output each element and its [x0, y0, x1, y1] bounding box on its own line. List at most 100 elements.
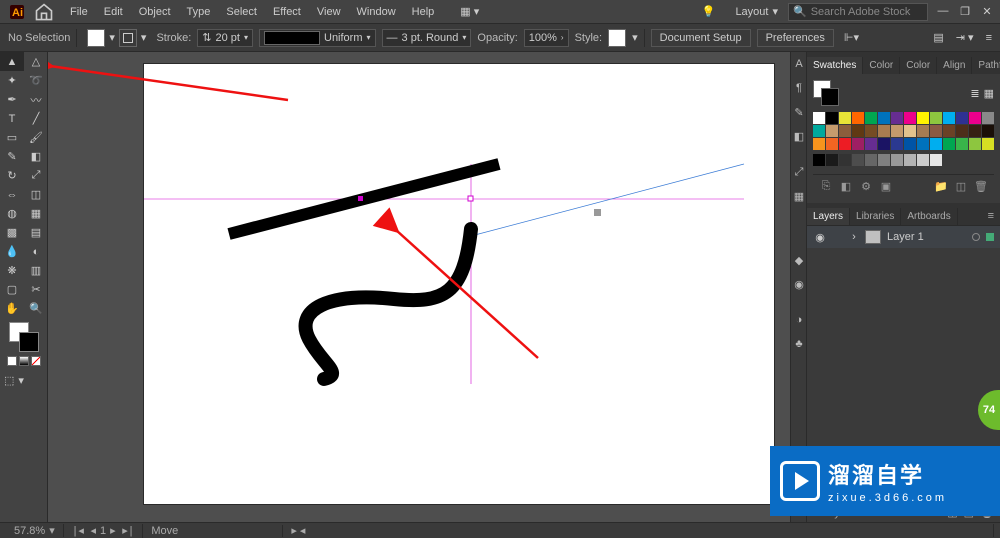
- status-scroll[interactable]: ▸ ◂: [283, 524, 994, 537]
- control-overflow-icon[interactable]: ▤: [933, 31, 943, 44]
- selection-tool[interactable]: ▲: [0, 52, 24, 71]
- swatch-cell[interactable]: [826, 125, 838, 137]
- swatch-cell[interactable]: [865, 125, 877, 137]
- swatch-gray-cell[interactable]: [904, 154, 916, 166]
- swatch-cell[interactable]: [943, 112, 955, 124]
- screen-mode-icon[interactable]: ⬚: [4, 374, 14, 387]
- swatch-cell[interactable]: [917, 112, 929, 124]
- tab-artboards[interactable]: Artboards: [901, 208, 957, 225]
- blend-tool[interactable]: ◐: [24, 242, 48, 261]
- stroke-color[interactable]: [19, 332, 39, 352]
- swatch-gray-cell[interactable]: [917, 154, 929, 166]
- swatch-gray-cell[interactable]: [930, 154, 942, 166]
- dock-appearance-icon[interactable]: ◑: [791, 308, 807, 332]
- line-tool[interactable]: ╱: [24, 109, 48, 128]
- swatch-lib-icon[interactable]: ⎘: [819, 179, 833, 193]
- tab-pathfinder[interactable]: Pathfi: [972, 57, 1000, 74]
- swatch-cell[interactable]: [930, 112, 942, 124]
- swatch-cell[interactable]: [969, 125, 981, 137]
- swatch-cell[interactable]: [878, 138, 890, 150]
- artboard[interactable]: [144, 64, 774, 504]
- tab-color-guide[interactable]: Color: [900, 57, 937, 74]
- swatch-gray-cell[interactable]: [891, 154, 903, 166]
- swatch-cell[interactable]: [813, 138, 825, 150]
- swatch-cell[interactable]: [852, 112, 864, 124]
- swatch-delete-icon[interactable]: 🗑: [974, 179, 988, 193]
- menu-view[interactable]: View: [309, 6, 349, 18]
- pen-tool[interactable]: ✒: [0, 90, 24, 109]
- swatch-cell[interactable]: [943, 138, 955, 150]
- eyedropper-tool[interactable]: 💧: [0, 242, 24, 261]
- dock-graphic-styles-icon[interactable]: ♣: [791, 332, 807, 356]
- swatch-cell[interactable]: [930, 125, 942, 137]
- graph-tool[interactable]: ▥: [24, 261, 48, 280]
- layer-select-square[interactable]: [986, 233, 994, 241]
- eraser-tool[interactable]: ◧: [24, 147, 48, 166]
- fill-caret[interactable]: ▾: [109, 31, 115, 44]
- menu-help[interactable]: Help: [404, 6, 443, 18]
- dock-paragraph-icon[interactable]: ¶: [791, 76, 807, 100]
- rectangle-tool[interactable]: ▭: [0, 128, 24, 147]
- arrange-docs-icon[interactable]: ▦ ▾: [450, 5, 489, 18]
- window-restore[interactable]: ❐: [958, 5, 972, 18]
- menu-window[interactable]: Window: [349, 6, 404, 18]
- perspective-tool[interactable]: ▦: [24, 204, 48, 223]
- swatch-cell[interactable]: [969, 138, 981, 150]
- layer-name[interactable]: Layer 1: [887, 231, 966, 243]
- style-caret[interactable]: ▾: [632, 31, 638, 44]
- swatch-cell[interactable]: [865, 112, 877, 124]
- swatch-cell[interactable]: [982, 138, 994, 150]
- stroke-weight-field[interactable]: ⇅20 pt▾: [197, 29, 253, 47]
- scale-tool[interactable]: ⤢: [24, 166, 48, 185]
- layer-expand-icon[interactable]: ›: [849, 231, 859, 243]
- swatch-gray-cell[interactable]: [878, 154, 890, 166]
- symbol-sprayer-tool[interactable]: ❋: [0, 261, 24, 280]
- swatch-cell[interactable]: [956, 112, 968, 124]
- curvature-tool[interactable]: 〰: [24, 90, 48, 109]
- control-arrange-icon[interactable]: ⇥ ▾: [956, 31, 974, 44]
- swatch-gray-cell[interactable]: [839, 154, 851, 166]
- swatch-cell[interactable]: [917, 138, 929, 150]
- swatch-gray-cell[interactable]: [865, 154, 877, 166]
- dock-brush-icon[interactable]: ✎: [791, 100, 807, 124]
- dock-asset-icon[interactable]: ◉: [791, 272, 807, 296]
- swatch-fill-stroke[interactable]: [813, 80, 839, 106]
- graphic-style-swatch[interactable]: [608, 29, 626, 47]
- swatch-gray-cell[interactable]: [852, 154, 864, 166]
- menu-object[interactable]: Object: [131, 6, 179, 18]
- dock-actions-icon[interactable]: ▦: [791, 184, 807, 208]
- dock-symbols-icon[interactable]: ◆: [791, 248, 807, 272]
- swatch-cell[interactable]: [813, 112, 825, 124]
- swatch-gray-cell[interactable]: [826, 154, 838, 166]
- menu-type[interactable]: Type: [179, 6, 219, 18]
- swatch-cell[interactable]: [865, 138, 877, 150]
- swatch-cell[interactable]: [852, 125, 864, 137]
- document-setup-button[interactable]: Document Setup: [651, 29, 751, 47]
- fill-swatch[interactable]: [87, 29, 105, 47]
- swatch-cell[interactable]: [943, 125, 955, 137]
- swatch-new-folder-icon[interactable]: 📁: [934, 179, 948, 193]
- window-close[interactable]: ✕: [980, 5, 994, 18]
- swatch-cell[interactable]: [982, 112, 994, 124]
- swatch-cell[interactable]: [878, 112, 890, 124]
- swatch-cell[interactable]: [826, 138, 838, 150]
- layer-visibility-icon[interactable]: ◉: [813, 231, 827, 244]
- swatch-cell[interactable]: [891, 125, 903, 137]
- swatch-cell[interactable]: [839, 138, 851, 150]
- swatch-cell[interactable]: [839, 125, 851, 137]
- dock-transform-icon[interactable]: ⤢: [791, 160, 807, 184]
- hand-tool[interactable]: ✋: [0, 299, 24, 318]
- swatch-view-grid-icon[interactable]: ▦: [984, 87, 994, 100]
- color-mode-none[interactable]: [31, 356, 41, 366]
- swatch-group-icon[interactable]: ▣: [879, 179, 893, 193]
- menu-select[interactable]: Select: [218, 6, 265, 18]
- swatch-view-list-icon[interactable]: ≣: [970, 87, 979, 100]
- dock-character-icon[interactable]: A: [791, 52, 807, 76]
- swatch-cell[interactable]: [891, 112, 903, 124]
- brush-field[interactable]: —3 pt. Round▾: [382, 29, 472, 47]
- tab-libraries[interactable]: Libraries: [850, 208, 901, 225]
- type-tool[interactable]: T: [0, 109, 24, 128]
- shape-builder-tool[interactable]: ◍: [0, 204, 24, 223]
- mesh-tool[interactable]: ▩: [0, 223, 24, 242]
- swatch-cell[interactable]: [956, 125, 968, 137]
